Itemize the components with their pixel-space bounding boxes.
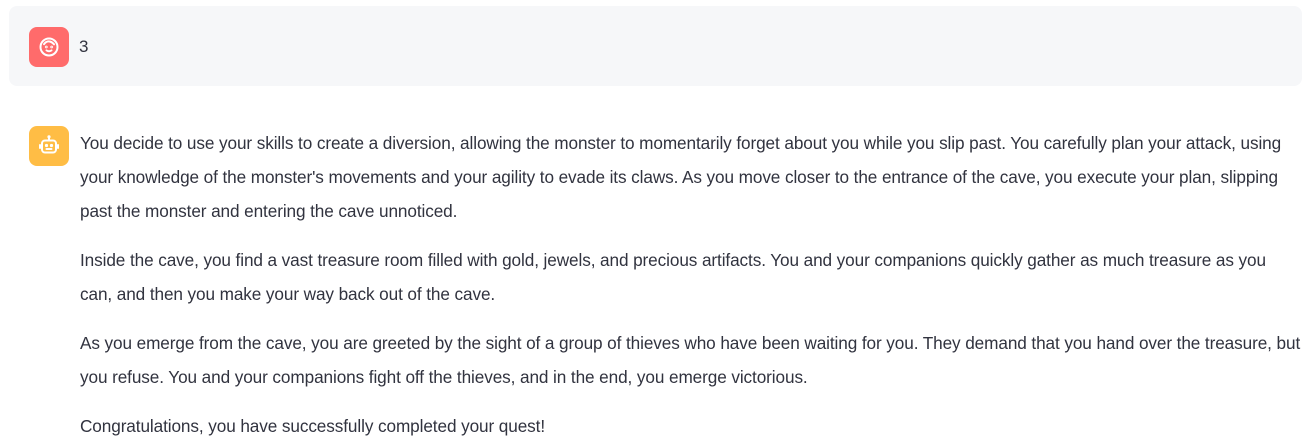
chat-container: 3 You decide to use your skills to creat… [0, 0, 1308, 440]
user-message: 3 [9, 6, 1302, 86]
robot-icon [39, 135, 59, 154]
face-icon [39, 37, 59, 57]
assistant-paragraph: Inside the cave, you find a vast treasur… [80, 250, 1266, 304]
assistant-paragraph: As you emerge from the cave, you are gre… [80, 333, 1301, 387]
assistant-avatar [29, 126, 69, 166]
user-avatar [29, 27, 69, 67]
user-message-text: 3 [79, 37, 89, 56]
assistant-message: You decide to use your skills to create … [80, 126, 1302, 440]
assistant-paragraph: You decide to use your skills to create … [80, 133, 1282, 221]
assistant-paragraph: Congratulations, you have successfully c… [80, 416, 546, 436]
